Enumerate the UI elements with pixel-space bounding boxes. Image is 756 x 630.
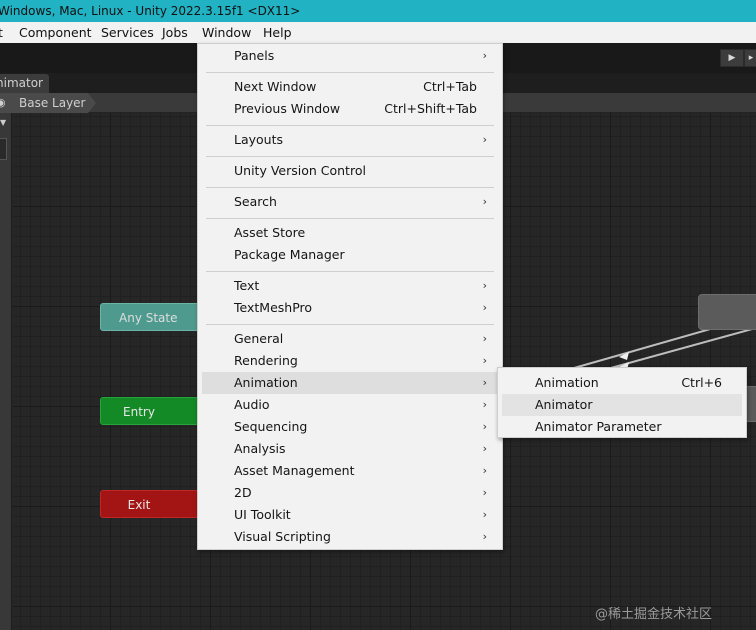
menu-item-textmeshpro[interactable]: TextMeshPro ›: [198, 297, 502, 319]
submenu-item-animation[interactable]: Animation Ctrl+6: [498, 372, 746, 394]
menu-separator: [206, 72, 494, 73]
menu-item-visual-scripting[interactable]: Visual Scripting ›: [198, 526, 502, 548]
menu-item-general[interactable]: General ›: [198, 328, 502, 350]
chevron-right-icon: ›: [482, 376, 487, 389]
chevron-right-icon: ›: [482, 508, 487, 521]
menu-item-previous-window[interactable]: Previous Window Ctrl+Shift+Tab: [198, 98, 502, 120]
chevron-right-icon: ›: [482, 279, 487, 292]
exit-label: Exit: [127, 498, 151, 512]
chevron-right-icon: ›: [482, 442, 487, 455]
menu-item-layouts[interactable]: Layouts ›: [198, 129, 502, 151]
chevron-right-icon: ›: [482, 420, 487, 433]
menu-item-2d[interactable]: 2D ›: [198, 482, 502, 504]
menu-item-audio[interactable]: Audio ›: [198, 394, 502, 416]
menu-item-package-manager[interactable]: Package Manager: [198, 244, 502, 266]
chevron-right-icon: ›: [482, 301, 487, 314]
exit-node[interactable]: Exit: [100, 490, 210, 518]
menu-item-ui-toolkit[interactable]: UI Toolkit ›: [198, 504, 502, 526]
menu-item-analysis[interactable]: Analysis ›: [198, 438, 502, 460]
menu-item-asset-management[interactable]: Asset Management ›: [198, 460, 502, 482]
chevron-right-icon: ›: [482, 464, 487, 477]
menu-separator: [206, 125, 494, 126]
state-node[interactable]: [698, 294, 756, 330]
menu-separator: [206, 218, 494, 219]
menu-item-animation[interactable]: Animation ›: [202, 372, 498, 394]
menu-item-panels[interactable]: Panels ›: [198, 45, 502, 67]
watermark: @稀土掘金技术社区: [595, 607, 713, 622]
menu-item-rendering[interactable]: Rendering ›: [198, 350, 502, 372]
menu-item-sequencing[interactable]: Sequencing ›: [198, 416, 502, 438]
entry-node[interactable]: Entry: [100, 397, 210, 425]
chevron-right-icon: ›: [482, 49, 487, 62]
submenu-item-animator[interactable]: Animator: [502, 394, 742, 416]
chevron-right-icon: ›: [482, 486, 487, 499]
entry-label: Entry: [123, 405, 155, 419]
any-state-node[interactable]: Any State: [100, 303, 210, 331]
animation-submenu: Animation Ctrl+6 Animator Animator Param…: [497, 367, 747, 438]
menu-item-search[interactable]: Search ›: [198, 191, 502, 213]
submenu-item-animator-parameter[interactable]: Animator Parameter: [498, 416, 746, 438]
menu-item-asset-store[interactable]: Asset Store: [198, 222, 502, 244]
menu-separator: [206, 156, 494, 157]
menu-item-next-window[interactable]: Next Window Ctrl+Tab: [198, 76, 502, 98]
chevron-right-icon: ›: [482, 354, 487, 367]
chevron-right-icon: ›: [482, 398, 487, 411]
menu-separator: [206, 271, 494, 272]
menu-item-text[interactable]: Text ›: [198, 275, 502, 297]
menu-separator: [206, 187, 494, 188]
chevron-right-icon: ›: [482, 530, 487, 543]
window-menu: Panels › Next Window Ctrl+Tab Previous W…: [197, 43, 503, 550]
menu-separator: [206, 324, 494, 325]
menu-item-unity-version-control[interactable]: Unity Version Control: [198, 160, 502, 182]
any-state-label: Any State: [119, 311, 178, 325]
chevron-right-icon: ›: [482, 133, 487, 146]
chevron-right-icon: ›: [482, 195, 487, 208]
chevron-right-icon: ›: [482, 332, 487, 345]
